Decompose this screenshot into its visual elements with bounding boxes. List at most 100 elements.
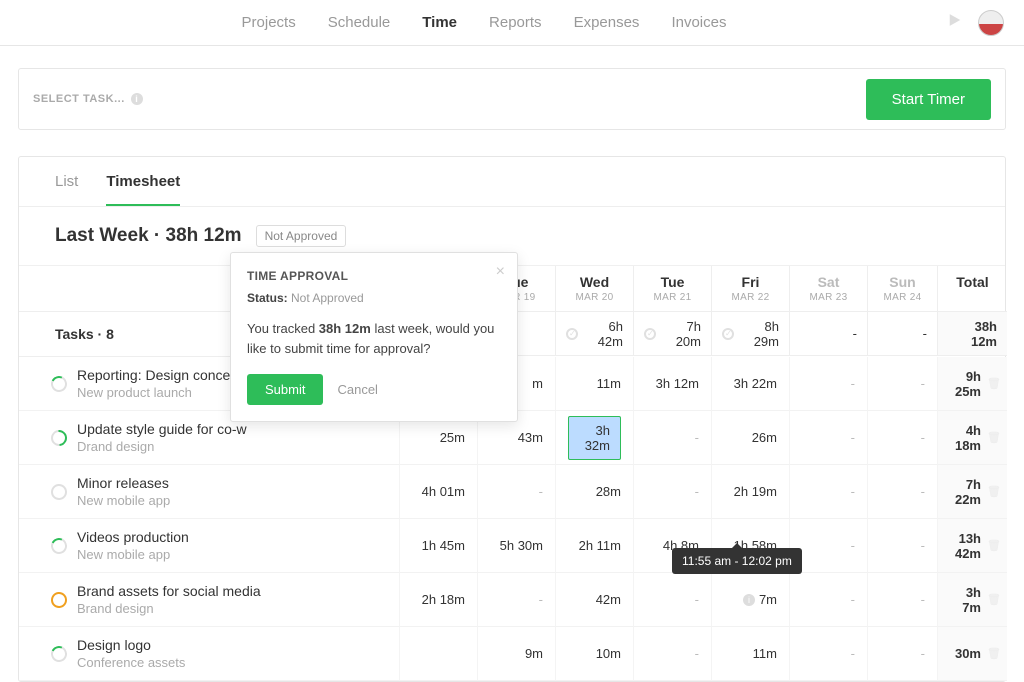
close-icon[interactable]: × [496, 263, 505, 281]
task-name: Brand assets for social media [77, 583, 261, 599]
time-cell[interactable]: - [789, 573, 867, 627]
task-name: Videos production [77, 529, 189, 545]
time-cell[interactable]: 1h 45m [399, 519, 477, 573]
time-cell[interactable]: - [867, 627, 937, 681]
time-cell[interactable] [399, 627, 477, 681]
day-header-6: SunMAR 24 [867, 266, 937, 312]
progress-ring-icon [48, 426, 71, 449]
delete-icon[interactable]: 🗑 [987, 647, 995, 660]
delete-icon[interactable]: 🗑 [987, 377, 995, 390]
time-cell[interactable]: - [867, 519, 937, 573]
time-cell[interactable]: - [867, 411, 937, 465]
delete-icon[interactable]: 🗑 [987, 539, 995, 552]
time-cell[interactable]: 3h 12m [633, 357, 711, 411]
time-cell[interactable]: - [867, 465, 937, 519]
time-cell[interactable]: - [789, 627, 867, 681]
check-icon [644, 328, 656, 340]
tab-list[interactable]: List [55, 173, 78, 206]
time-cell[interactable]: - [477, 573, 555, 627]
modal-status: Status: Not Approved [247, 291, 501, 305]
row-total: 30m🗑 [937, 627, 1007, 681]
day-sum-6: - [867, 312, 937, 356]
time-cell[interactable]: 3h 22m [711, 357, 789, 411]
progress-ring-icon [49, 643, 70, 664]
progress-ring-icon [48, 480, 71, 503]
task-row[interactable]: Videos production New mobile app [19, 519, 399, 573]
status-badge: Not Approved [256, 225, 347, 247]
time-cell[interactable]: - [633, 573, 711, 627]
task-project: Drand design [77, 439, 247, 454]
time-cell[interactable]: 42m [555, 573, 633, 627]
task-project: Brand design [77, 601, 261, 616]
time-cell[interactable]: 11m [555, 357, 633, 411]
row-total: 3h 7m🗑 [937, 573, 1007, 627]
time-cell[interactable]: - [789, 465, 867, 519]
cancel-button[interactable]: Cancel [337, 382, 377, 397]
notification-icon[interactable] [948, 13, 962, 32]
row-total: 7h 22m🗑 [937, 465, 1007, 519]
task-project: New mobile app [77, 547, 189, 562]
time-cell[interactable]: 2h 18m [399, 573, 477, 627]
day-header-4: FriMAR 22 [711, 266, 789, 312]
total-header: Total [937, 266, 1007, 312]
nav-schedule[interactable]: Schedule [328, 14, 391, 31]
task-project: Conference assets [77, 655, 185, 670]
time-cell[interactable]: - [633, 411, 711, 465]
row-total: 9h 25m🗑 [937, 357, 1007, 411]
delete-icon[interactable]: 🗑 [987, 593, 995, 606]
top-nav: Projects Schedule Time Reports Expenses Invoi… [0, 0, 1024, 46]
time-cell[interactable]: 2h 19m [711, 465, 789, 519]
nav-time[interactable]: Time [422, 14, 457, 31]
progress-ring-icon [49, 535, 70, 556]
nav-expenses[interactable]: Expenses [574, 14, 640, 31]
day-sum-3: 7h 20m [633, 312, 711, 356]
task-row[interactable]: Design logo Conference assets [19, 627, 399, 681]
delete-icon[interactable]: 🗑 [987, 485, 995, 498]
task-name: Update style guide for co-w [77, 421, 247, 437]
time-cell[interactable]: 11m [711, 627, 789, 681]
task-project: New product launch [77, 385, 253, 400]
time-cell[interactable]: 4h 01m [399, 465, 477, 519]
delete-icon[interactable]: 🗑 [987, 431, 995, 444]
time-cell[interactable]: - [789, 411, 867, 465]
task-name: Design logo [77, 637, 185, 653]
tab-timesheet[interactable]: Timesheet [106, 173, 180, 206]
time-cell[interactable]: 26m [711, 411, 789, 465]
progress-ring-icon [49, 373, 70, 394]
info-icon: i [131, 93, 143, 105]
time-tooltip: 11:55 am - 12:02 pm [672, 548, 802, 574]
nav-invoices[interactable]: Invoices [671, 14, 726, 31]
day-header-5: SatMAR 23 [789, 266, 867, 312]
time-cell[interactable]: 10m [555, 627, 633, 681]
time-cell[interactable]: 9m [477, 627, 555, 681]
time-cell[interactable]: - [789, 357, 867, 411]
time-cell[interactable]: 28m [555, 465, 633, 519]
modal-title: TIME APPROVAL [247, 269, 501, 283]
nav-projects[interactable]: Projects [242, 14, 296, 31]
start-timer-button[interactable]: Start Timer [866, 79, 991, 120]
day-header-3: TueMAR 21 [633, 266, 711, 312]
avatar[interactable] [978, 10, 1004, 36]
time-cell[interactable]: 5h 30m [477, 519, 555, 573]
row-total: 13h 42m🗑 [937, 519, 1007, 573]
time-cell[interactable]: - [633, 627, 711, 681]
task-row[interactable]: Minor releases New mobile app [19, 465, 399, 519]
total-sum: 38h 12m [937, 312, 1007, 356]
task-row[interactable]: Brand assets for social media Brand desig… [19, 573, 399, 627]
time-cell[interactable]: i7m [711, 573, 789, 627]
timer-bar: SELECT TASK... i Start Timer [18, 68, 1006, 130]
period-title: Last Week · 38h 12m [55, 225, 242, 247]
task-name: Reporting: Design concept c [77, 367, 253, 383]
submit-button[interactable]: Submit [247, 374, 323, 405]
nav-reports[interactable]: Reports [489, 14, 542, 31]
time-cell[interactable]: - [477, 465, 555, 519]
time-cell[interactable]: - [867, 357, 937, 411]
time-cell[interactable]: 2h 11m [555, 519, 633, 573]
time-cell[interactable]: - [633, 465, 711, 519]
select-task-input[interactable]: SELECT TASK... i [33, 93, 143, 105]
task-project: New mobile app [77, 493, 170, 508]
time-cell[interactable]: - [867, 573, 937, 627]
check-icon [722, 328, 734, 340]
task-name: Minor releases [77, 475, 170, 491]
time-cell[interactable]: 3h 32m [555, 411, 633, 465]
